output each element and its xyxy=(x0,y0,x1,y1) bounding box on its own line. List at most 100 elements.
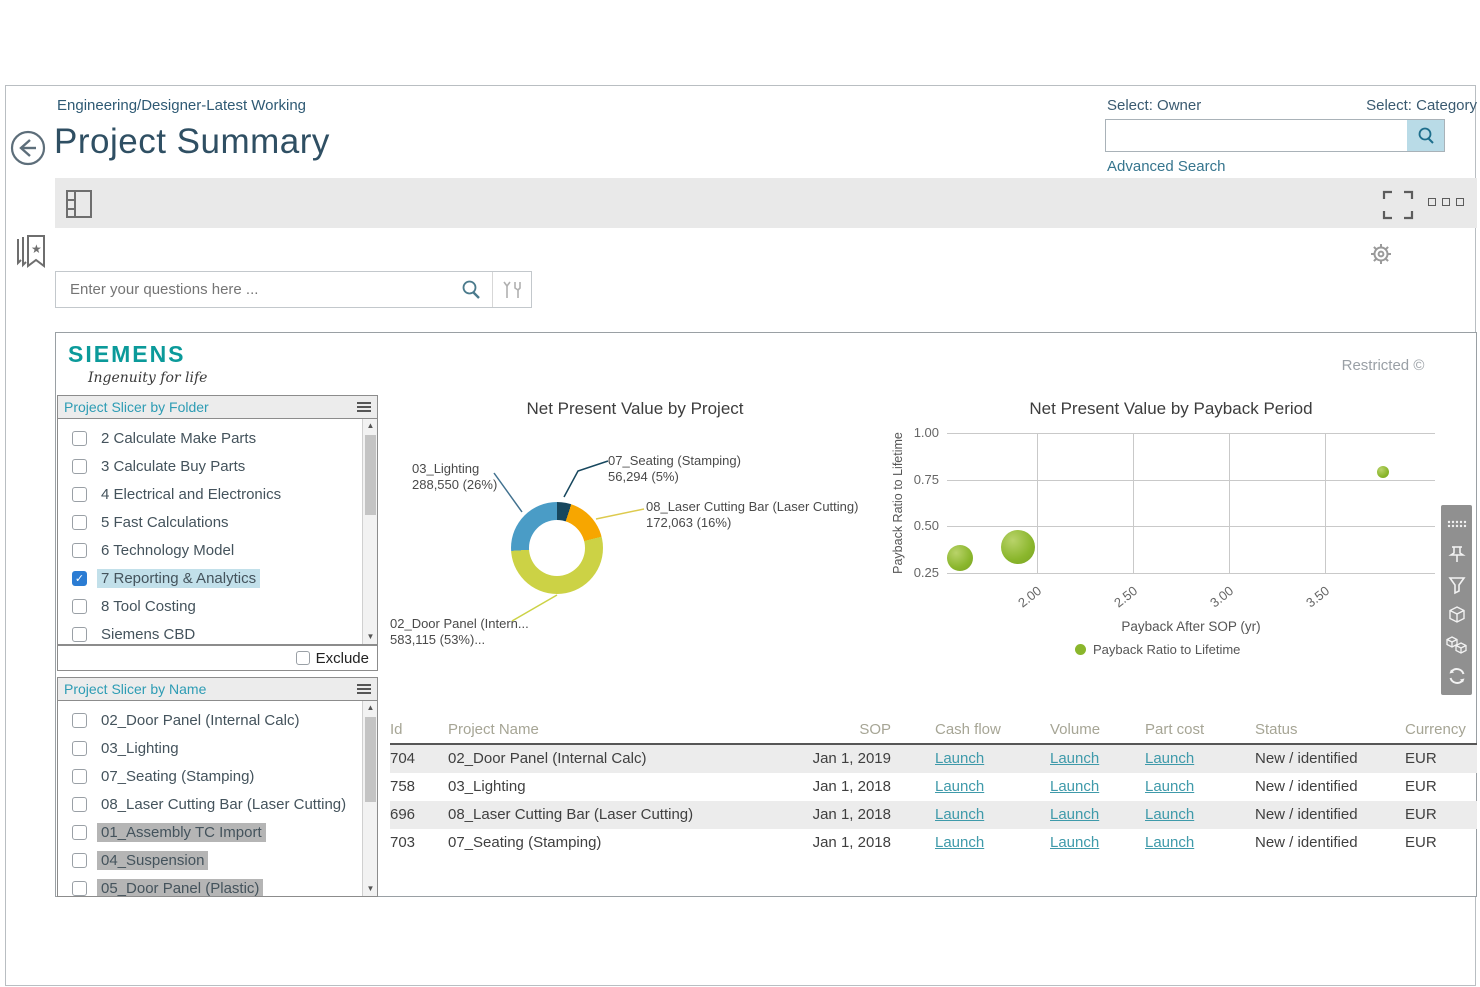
slicer-item-label[interactable]: 8 Tool Costing xyxy=(97,597,200,616)
slicer-item[interactable]: 07_Seating (Stamping) xyxy=(72,762,377,790)
slicer-item[interactable]: 5 Fast Calculations xyxy=(72,508,377,536)
slicer-item[interactable]: 3 Calculate Buy Parts xyxy=(72,452,377,480)
slicer-item-label[interactable]: 6 Technology Model xyxy=(97,541,238,560)
launch-link[interactable]: Launch xyxy=(1145,806,1194,823)
slicer-item-checkbox[interactable] xyxy=(72,543,87,558)
slicer-item-checkbox[interactable] xyxy=(72,515,87,530)
table-header-project-name[interactable]: Project Name xyxy=(448,718,780,745)
back-button[interactable] xyxy=(9,129,47,167)
scroll-up-icon[interactable]: ▲ xyxy=(363,701,378,715)
search-button[interactable] xyxy=(1407,120,1444,151)
slicer-item[interactable]: 08_Laser Cutting Bar (Laser Cutting) xyxy=(72,790,377,818)
slicer-item[interactable]: ✓ 7 Reporting & Analytics xyxy=(72,564,377,592)
slicer-item-label[interactable]: 3 Calculate Buy Parts xyxy=(97,457,249,476)
slicer-item-label[interactable]: 01_Assembly TC Import xyxy=(97,823,266,842)
launch-link[interactable]: Launch xyxy=(1145,778,1194,795)
slicer-item[interactable]: 2 Calculate Make Parts xyxy=(72,424,377,452)
pin-icon[interactable] xyxy=(1447,541,1467,567)
scatter-point[interactable] xyxy=(947,545,973,571)
slicer-item-label[interactable]: 08_Laser Cutting Bar (Laser Cutting) xyxy=(97,795,350,814)
name-slicer-menu-icon[interactable] xyxy=(357,683,371,695)
slicer-item-checkbox[interactable] xyxy=(72,487,87,502)
slicer-item-label[interactable]: 2 Calculate Make Parts xyxy=(97,429,260,448)
slicer-item-checkbox[interactable] xyxy=(72,459,87,474)
slicer-item-label[interactable]: 04_Suspension xyxy=(97,851,208,870)
scroll-up-icon[interactable]: ▲ xyxy=(363,419,378,433)
slicer-item-checkbox[interactable] xyxy=(72,769,87,784)
scrollbar-thumb[interactable] xyxy=(365,717,376,802)
slicer-item-checkbox[interactable] xyxy=(72,741,87,756)
slicer-item[interactable]: 04_Suspension xyxy=(72,846,377,874)
bookmarks-icon[interactable]: ★ xyxy=(12,233,48,276)
cubes-icon[interactable] xyxy=(1446,632,1468,658)
slicer-item-checkbox[interactable] xyxy=(72,599,87,614)
table-header-cash-flow[interactable]: Cash flow xyxy=(895,718,1050,745)
filter-icon[interactable] xyxy=(1447,572,1467,598)
refresh-icon[interactable] xyxy=(1446,663,1468,689)
launch-link[interactable]: Launch xyxy=(1050,806,1099,823)
launch-link[interactable]: Launch xyxy=(935,778,984,795)
slicer-item-label[interactable]: 07_Seating (Stamping) xyxy=(97,767,258,786)
slicer-item-checkbox[interactable] xyxy=(72,853,87,868)
folder-slicer-menu-icon[interactable] xyxy=(357,401,371,413)
table-header-currency[interactable]: Currency xyxy=(1405,718,1477,745)
more-options-icon[interactable] xyxy=(1428,198,1464,206)
slicer-item-label[interactable]: Siemens CBD xyxy=(97,625,199,644)
page-layout-icon[interactable] xyxy=(65,188,93,225)
slicer-item-label[interactable]: 05_Door Panel (Plastic) xyxy=(97,879,263,898)
slicer-item-checkbox[interactable] xyxy=(72,431,87,446)
scatter-point[interactable] xyxy=(1001,530,1035,564)
slicer-item[interactable]: 4 Electrical and Electronics xyxy=(72,480,377,508)
slicer-item-label[interactable]: 03_Lighting xyxy=(97,739,183,758)
slicer-item-checkbox[interactable] xyxy=(72,627,87,642)
slicer-item[interactable]: 01_Assembly TC Import xyxy=(72,818,377,846)
cube-icon[interactable] xyxy=(1447,602,1467,628)
slicer-item[interactable]: Siemens CBD xyxy=(72,620,377,645)
slicer-item[interactable]: 6 Technology Model xyxy=(72,536,377,564)
table-cell-sop: Jan 1, 2018 xyxy=(780,773,895,801)
slicer-item-checkbox[interactable] xyxy=(72,797,87,812)
scroll-down-icon[interactable]: ▼ xyxy=(363,882,378,896)
name-slicer-scrollbar[interactable]: ▲ ▼ xyxy=(362,701,377,896)
slicer-item-label[interactable]: 02_Door Panel (Internal Calc) xyxy=(97,711,303,730)
slicer-item-label[interactable]: 7 Reporting & Analytics xyxy=(97,569,260,588)
slicer-item-checkbox[interactable] xyxy=(72,881,87,896)
launch-link[interactable]: Launch xyxy=(1145,834,1194,851)
table-header-part-cost[interactable]: Part cost xyxy=(1145,718,1255,745)
table-cell-cash_flow: Launch xyxy=(895,745,1050,773)
search-input[interactable] xyxy=(1106,120,1407,151)
table-header-volume[interactable]: Volume xyxy=(1050,718,1145,745)
launch-link[interactable]: Launch xyxy=(1050,834,1099,851)
slicer-item-checkbox[interactable] xyxy=(72,713,87,728)
fullscreen-icon[interactable] xyxy=(1382,190,1414,225)
drag-handle-icon[interactable] xyxy=(1446,511,1468,537)
table-header-status[interactable]: Status xyxy=(1255,718,1405,745)
slicer-item-checkbox[interactable] xyxy=(72,825,87,840)
slicer-item[interactable]: 8 Tool Costing xyxy=(72,592,377,620)
table-header-sop[interactable]: SOP xyxy=(780,718,895,745)
scroll-down-icon[interactable]: ▼ xyxy=(363,630,378,644)
advanced-search-link[interactable]: Advanced Search xyxy=(1107,158,1225,175)
slicer-item[interactable]: 03_Lighting xyxy=(72,734,377,762)
qa-question-input[interactable] xyxy=(56,281,460,298)
slicer-item-checkbox[interactable]: ✓ xyxy=(72,571,87,586)
launch-link[interactable]: Launch xyxy=(1050,750,1099,767)
donut-ring[interactable] xyxy=(511,502,603,594)
launch-link[interactable]: Launch xyxy=(935,806,984,823)
exclude-checkbox[interactable] xyxy=(296,651,310,665)
folder-slicer-scrollbar[interactable]: ▲ ▼ xyxy=(362,419,377,644)
slicer-item[interactable]: 02_Door Panel (Internal Calc) xyxy=(72,706,377,734)
scatter-point[interactable] xyxy=(1377,466,1389,478)
slicer-item[interactable]: 05_Door Panel (Plastic) xyxy=(72,874,377,897)
qa-filter-icon[interactable] xyxy=(493,278,531,302)
settings-gear-icon[interactable] xyxy=(1369,242,1393,271)
slicer-item-label[interactable]: 5 Fast Calculations xyxy=(97,513,233,532)
table-header-id[interactable]: Id xyxy=(390,718,448,745)
slicer-item-label[interactable]: 4 Electrical and Electronics xyxy=(97,485,285,504)
launch-link[interactable]: Launch xyxy=(935,750,984,767)
scrollbar-thumb[interactable] xyxy=(365,435,376,515)
launch-link[interactable]: Launch xyxy=(935,834,984,851)
qa-search-icon[interactable] xyxy=(460,279,482,301)
launch-link[interactable]: Launch xyxy=(1145,750,1194,767)
launch-link[interactable]: Launch xyxy=(1050,778,1099,795)
